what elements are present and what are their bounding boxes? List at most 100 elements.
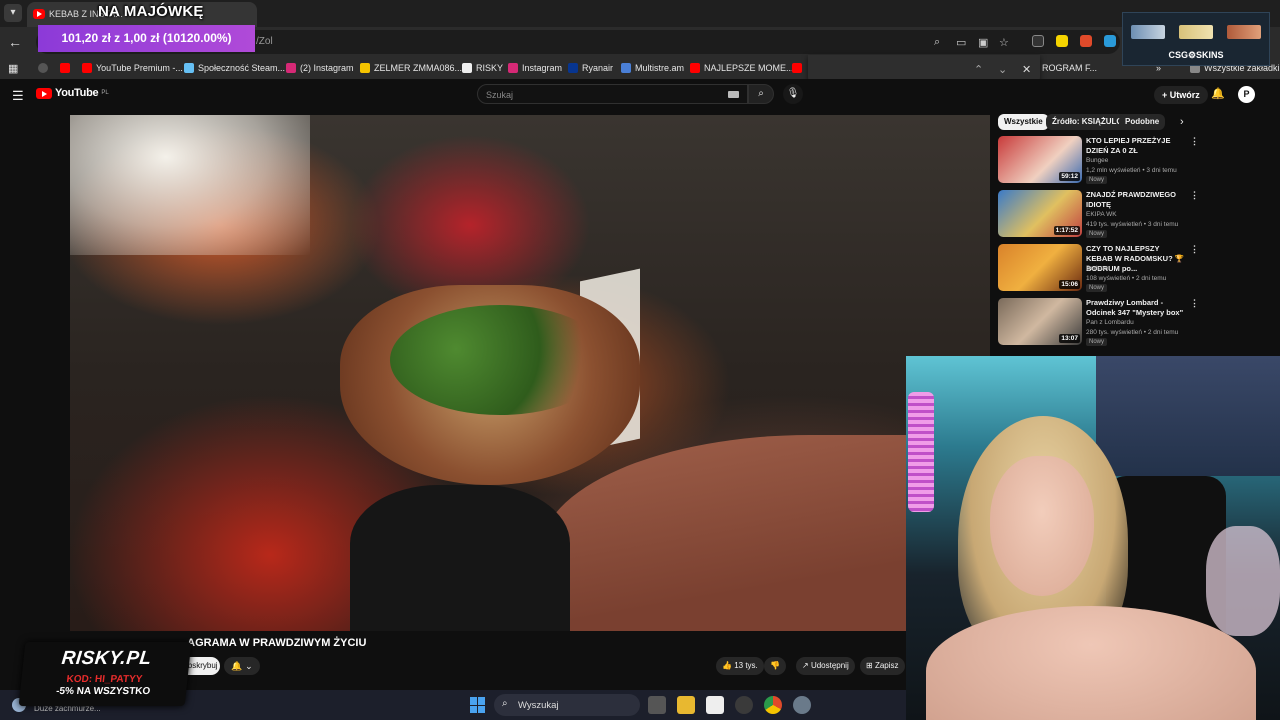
apps-grid-icon[interactable]: ▦ [8,61,18,75]
bookmark-item[interactable]: Multistre.am [621,61,684,75]
thumbs-up-icon: 👍 [722,661,732,670]
bookmark-item[interactable]: ROGRAM F... [1042,61,1097,75]
taskbar-search[interactable]: ⌕ Wyszukaj [494,694,640,716]
like-count: 13 tys. [734,661,758,670]
duration-badge: 1:17:52 [1053,226,1080,235]
find-close-icon[interactable]: ✕ [1022,63,1031,76]
recommendation-title: KTO LEPIEJ PRZEŻYJE DZIEŃ ZA 0 ZŁ [1086,136,1171,155]
store-icon[interactable] [706,696,724,714]
steam-icon [184,63,194,73]
chrome-icon[interactable] [764,696,782,714]
microphone-icon: 🎙 [786,88,800,99]
sponsor-overlay: RISKY.PL KOD: HI_PATYY -5% NA WSZYSTKO [18,642,192,706]
bookmark-label: YouTube Premium -... [96,63,183,73]
page-action-icon[interactable]: ▣ [978,36,988,49]
bookmark-star-icon[interactable]: ☆ [999,36,1009,49]
save-label: Zapisz [874,661,899,670]
file-explorer-icon[interactable] [677,696,695,714]
more-options-icon[interactable]: ⋮ [1190,190,1199,201]
bookmark-item[interactable]: (2) Instagram [286,61,354,75]
more-options-icon[interactable]: ⋮ [1190,136,1199,147]
tab-strip: ▾ KEBAB Z INSTA... NA MAJÓWKĘ [0,0,1280,27]
youtube-wordmark: YouTube [55,87,99,99]
bookmark-item[interactable]: YouTube Premium -... [82,61,183,75]
new-badge: Nowy [1086,230,1108,238]
weapon-skin-image [1227,25,1261,39]
chip-next-chevron-icon[interactable]: › [1180,116,1184,128]
bookmark-label: (2) Instagram [300,63,354,73]
bookmark-item[interactable]: ZELMER ZMMA086... [360,61,462,75]
sponsor-discount: -5% NA WSZYSTKO [55,686,151,697]
video-title: ...AGRAMA W PRAWDZIWYM ŻYCIU [178,637,367,649]
search-icon: ⌕ [758,88,764,99]
search-placeholder: Szukaj [486,90,514,100]
create-label: Utwórz [1169,90,1200,100]
extension-yellow-icon[interactable] [1056,35,1068,47]
menu-icon[interactable]: ☰ [12,88,24,104]
bookmark-item[interactable]: RISKY [462,61,503,75]
zoom-icon[interactable]: ⌕ [934,36,940,49]
bookmark-item[interactable] [38,61,48,75]
bookmark-label: Multistre.am [635,63,685,73]
youtube-logo[interactable]: YouTube PL [36,87,109,99]
back-arrow-icon[interactable]: ← [8,34,22,50]
cast-icon[interactable]: ▭ [956,36,966,49]
duration-badge: 13:07 [1059,334,1080,343]
voice-search-button[interactable]: 🎙 [783,84,803,104]
bookmark-favicon-icon [60,63,70,73]
create-button[interactable]: + Utwórz [1154,86,1208,104]
windows-start-icon[interactable] [470,697,486,713]
price-banner: 101,20 zł z 1,00 zł (10120.00%) [38,25,255,52]
bookmark-item[interactable] [60,61,70,75]
more-options-icon[interactable]: ⋮ [1190,244,1199,255]
like-button[interactable]: 👍 13 tys. [716,657,764,675]
find-previous-icon[interactable]: ⌃ [974,63,983,76]
bookmark-item[interactable] [792,61,802,75]
chip-related[interactable]: Podobne [1119,114,1166,130]
chip-all[interactable]: Wszystkie [998,114,1049,130]
bookmark-item[interactable]: Instagram [508,61,562,75]
recommendation-meta: 108 wyświetleń • 2 dni temu [1086,275,1167,282]
sponsor-logo: RISKY.PL [60,648,153,669]
search-input[interactable]: Szukaj [477,84,748,104]
notifications-bell-icon[interactable]: 🔔 [1211,87,1225,100]
video-player[interactable] [70,115,990,631]
sponsor-code: KOD: HI_PATYY [65,674,143,685]
share-button[interactable]: ↗ Udostępnij [796,657,855,675]
settings-gear-icon[interactable] [793,696,811,714]
dislike-button[interactable]: 👎 [764,657,786,675]
bookmarks-bar: ▦ YouTube Premium -... Społeczność Steam… [0,57,1280,79]
recommendation-channel: Berlson [1086,265,1109,272]
tab-search-button[interactable]: ▾ [4,4,22,22]
extension-red-icon[interactable] [1080,35,1092,47]
search-button[interactable]: ⌕ [748,84,774,104]
recommendation-item[interactable]: 1:17:52 ZNAJDŹ PRAWDZIWEGO IDIOTĘ EKIPA … [998,190,1199,240]
avatar[interactable]: P [1238,86,1255,103]
share-icon: ↗ [802,661,809,670]
extension-twitch-icon[interactable] [1032,35,1044,47]
chip-source[interactable]: Źródło: KSIĄŻULO [1046,114,1129,130]
find-next-icon[interactable]: ⌄ [998,63,1007,76]
bookmark-label: ROGRAM F... [1042,63,1098,73]
extension-blue-icon[interactable] [1104,35,1116,47]
recommendation-thumbnail: 15:06 [998,244,1082,291]
recommendation-meta: 419 tys. wyświetleń • 3 dni temu [1086,221,1179,228]
duration-badge: 15:06 [1059,280,1080,289]
recommendation-item[interactable]: 15:06 CZY TO NAJLEPSZY KEBAB W RADOMSKU?… [998,244,1199,294]
keyboard-icon[interactable] [728,91,739,98]
bookmark-label: RISKY [476,63,504,73]
app-icon[interactable] [735,696,753,714]
bookmark-item[interactable]: Społeczność Steam... [184,61,285,75]
bookmark-item[interactable]: Ryanair [568,61,613,75]
recommendation-item[interactable]: 59:12 KTO LEPIEJ PRZEŻYJE DZIEŃ ZA 0 ZŁ … [998,136,1199,186]
bookmark-item[interactable]: NAJLEPSZE MOME... [690,61,794,75]
youtube-icon [792,63,802,73]
recommendation-channel: Pan z Lombardu [1086,319,1134,326]
more-options-icon[interactable]: ⋮ [1190,298,1199,309]
webcam-plush-toy [1206,526,1280,636]
save-button[interactable]: ⊞ Zapisz [860,657,905,675]
task-view-icon[interactable] [648,696,666,714]
recommendation-item[interactable]: 13:07 Prawdziwy Lombard - Odcinek 347 "M… [998,298,1199,348]
logo-region: PL [101,90,109,96]
notification-toggle-button[interactable]: 🔔 ⌄ [224,657,260,675]
